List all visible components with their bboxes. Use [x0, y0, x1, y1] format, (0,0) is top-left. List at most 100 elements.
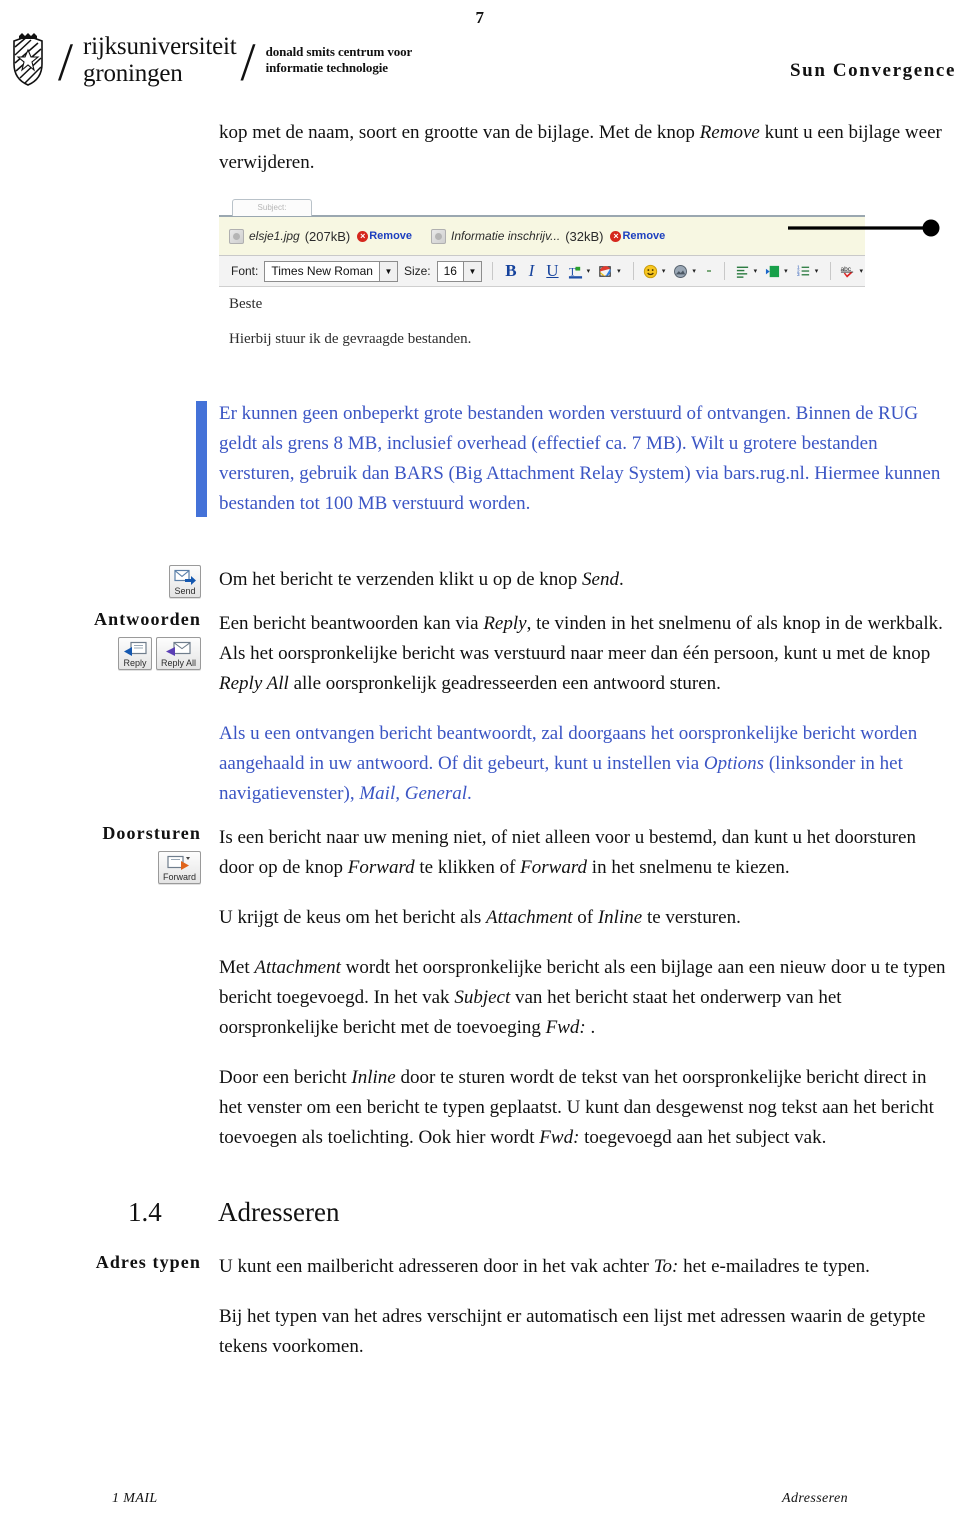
ant-p1-em2: Reply All — [219, 673, 289, 694]
chevron-down-icon[interactable]: ▾ — [692, 267, 696, 275]
attachment-size: (32kB) — [565, 228, 604, 244]
adres-typen-paragraph-2: Bij het typen van het adres verschijnt e… — [219, 1306, 926, 1357]
remove-icon: × — [610, 230, 622, 242]
underline-button[interactable]: U — [543, 261, 561, 281]
send-button-icon[interactable]: Send — [169, 565, 201, 598]
chevron-down-icon[interactable]: ▾ — [587, 267, 591, 275]
door-p3-d: . — [585, 1017, 596, 1038]
forward-glyph-icon — [167, 855, 191, 870]
attachment-size: (207kB) — [304, 228, 351, 244]
chevron-down-icon[interactable]: ▾ — [815, 267, 819, 275]
numbered-list-icon[interactable]: 123 — [796, 264, 811, 279]
ant-p2-c: . — [467, 783, 472, 804]
adres-p1-a: U kunt een mailbericht adresseren door i… — [219, 1256, 654, 1277]
door-p1-c: in het snelmenu te kiezen. — [587, 857, 790, 878]
font-label: Font: — [231, 264, 259, 278]
doorsturen-row: Doorsturen Forward Is een bericht naar u… — [0, 823, 960, 1153]
attachment-item[interactable]: elsje1.jpg (207kB) × Remove — [229, 228, 412, 244]
footer-right: Adresseren — [782, 1491, 848, 1506]
antwoorden-row: Antwoorden Reply Reply All Een bericht b… — [0, 609, 960, 809]
header-product-title: Sun Convergence — [790, 60, 956, 81]
door-p3-em3: Fwd: — [545, 1017, 586, 1038]
remove-icon: × — [357, 230, 369, 242]
chevron-down-icon: ▼ — [462, 261, 481, 281]
send-gutter: Send — [0, 565, 210, 599]
note-accent-bar — [196, 401, 207, 517]
message-body-line1: Beste — [229, 296, 263, 312]
embedded-screenshot-figure: Subject: elsje1.jpg (207kB) × Remove Inf… — [0, 198, 960, 383]
logo-slash-1: / — [58, 32, 74, 92]
door-p1-em1: Forward — [347, 857, 415, 878]
attachment-remove-label: Remove — [622, 230, 666, 242]
door-p4-em1: Inline — [351, 1067, 396, 1088]
attachment-name: elsje1.jpg — [249, 229, 300, 243]
attachment-remove-button[interactable]: × Remove — [610, 230, 665, 242]
document-header: / rijksuniversiteit groningen / donald s… — [0, 24, 960, 96]
size-label: Size: — [403, 264, 431, 278]
chevron-down-icon[interactable]: ▾ — [754, 267, 758, 275]
indent-icon[interactable] — [765, 264, 780, 279]
doorsturen-paragraph-3: Met Attachment wordt het oorspronkelijke… — [219, 953, 950, 1043]
align-icon[interactable] — [735, 264, 750, 279]
adres-typen-label: Adres typen — [95, 1252, 201, 1272]
send-button-caption: Send — [174, 586, 196, 596]
doorsturen-paragraph-2: U krijgt de keus om het bericht als Atta… — [219, 903, 950, 933]
door-p4-a: Door een bericht — [219, 1067, 352, 1088]
door-p4-em2: Fwd: — [539, 1127, 580, 1148]
forward-button-icon[interactable]: Forward — [157, 851, 201, 884]
spellcheck-icon[interactable]: abc — [840, 264, 855, 279]
dsc-wordmark: donald smits centrum voor informatie tec… — [266, 44, 413, 77]
antwoorden-label: Antwoorden — [93, 609, 201, 629]
intro-text-a: kop met de naam, soort en grootte van de… — [219, 122, 700, 143]
attachment-file-icon — [431, 228, 447, 244]
attachment-item[interactable]: Informatie inschrijv... (32kB) × Remove — [431, 228, 665, 244]
reply-all-button-icon[interactable]: Reply All — [155, 637, 201, 670]
ant-p1-em1: Reply — [483, 613, 527, 634]
font-select[interactable]: Times New Roman ▼ — [264, 260, 398, 282]
note-text: Er kunnen geen onbeperkt grote bestanden… — [219, 403, 941, 514]
door-p2-a: U krijgt de keus om het bericht als — [219, 907, 486, 928]
ant-p1-a: Een bericht beantwoorden kan via — [219, 613, 484, 634]
highlight-color-icon[interactable] — [598, 264, 613, 279]
text-color-icon[interactable]: T — [568, 264, 583, 279]
doorsturen-paragraph-4: Door een bericht Inline door te sturen w… — [219, 1063, 950, 1153]
rug-logo: / rijksuniversiteit groningen / donald s… — [8, 24, 412, 96]
chevron-down-icon[interactable]: ▾ — [784, 267, 788, 275]
send-text-a: Om het bericht te verzenden klikt u op d… — [219, 569, 583, 590]
subject-tab[interactable]: Subject: — [232, 199, 312, 216]
attachment-remove-button[interactable]: × Remove — [357, 230, 412, 242]
bold-button[interactable]: B — [502, 261, 519, 281]
forward-button-caption: Forward — [162, 872, 196, 882]
size-select-value: 16 — [443, 263, 457, 278]
horizontal-rule-icon[interactable] — [706, 270, 712, 272]
doorsturen-label: Doorsturen — [102, 823, 201, 843]
intro-paragraph: kop met de naam, soort en grootte van de… — [219, 118, 950, 178]
send-text-b: . — [618, 569, 624, 590]
door-p3-a: Met — [219, 957, 255, 978]
adres-typen-row: Adres typen U kunt een mailbericht adres… — [0, 1252, 960, 1362]
doorsturen-gutter: Doorsturen Forward — [0, 823, 210, 885]
insert-image-icon[interactable] — [673, 264, 688, 279]
send-emphasis: Send — [582, 569, 619, 590]
document-body: kop met de naam, soort en grootte van de… — [0, 118, 960, 1376]
door-p2-b: of — [572, 907, 598, 928]
reply-glyph-icon — [123, 641, 147, 656]
doorsturen-paragraph-1: Is een bericht naar uw mening niet, of n… — [219, 823, 950, 883]
adres-typen-gutter: Adres typen — [0, 1252, 210, 1273]
italic-button[interactable]: I — [526, 261, 538, 281]
rug-wordmark-line2: groningen — [83, 60, 183, 87]
chevron-down-icon[interactable]: ▾ — [662, 267, 666, 275]
size-select[interactable]: 16 ▼ — [436, 260, 482, 282]
footer-left: 1 MAIL — [112, 1491, 158, 1506]
chevron-down-icon[interactable]: ▾ — [859, 267, 863, 275]
font-select-value: Times New Roman — [271, 263, 373, 278]
reply-button-icon[interactable]: Reply — [117, 637, 152, 670]
emoticon-icon[interactable] — [643, 264, 658, 279]
subject-tab-row: Subject: — [219, 198, 865, 217]
chevron-down-icon[interactable]: ▾ — [617, 267, 621, 275]
rug-wordmark-line1: rijksuniversiteit — [83, 33, 237, 60]
message-body-preview[interactable]: Beste Hierbij stuur ik de gevraagde best… — [219, 287, 865, 374]
svg-text:3: 3 — [797, 272, 800, 277]
door-p1-em2: Forward — [520, 857, 588, 878]
adres-p1-em1: To: — [653, 1256, 679, 1277]
